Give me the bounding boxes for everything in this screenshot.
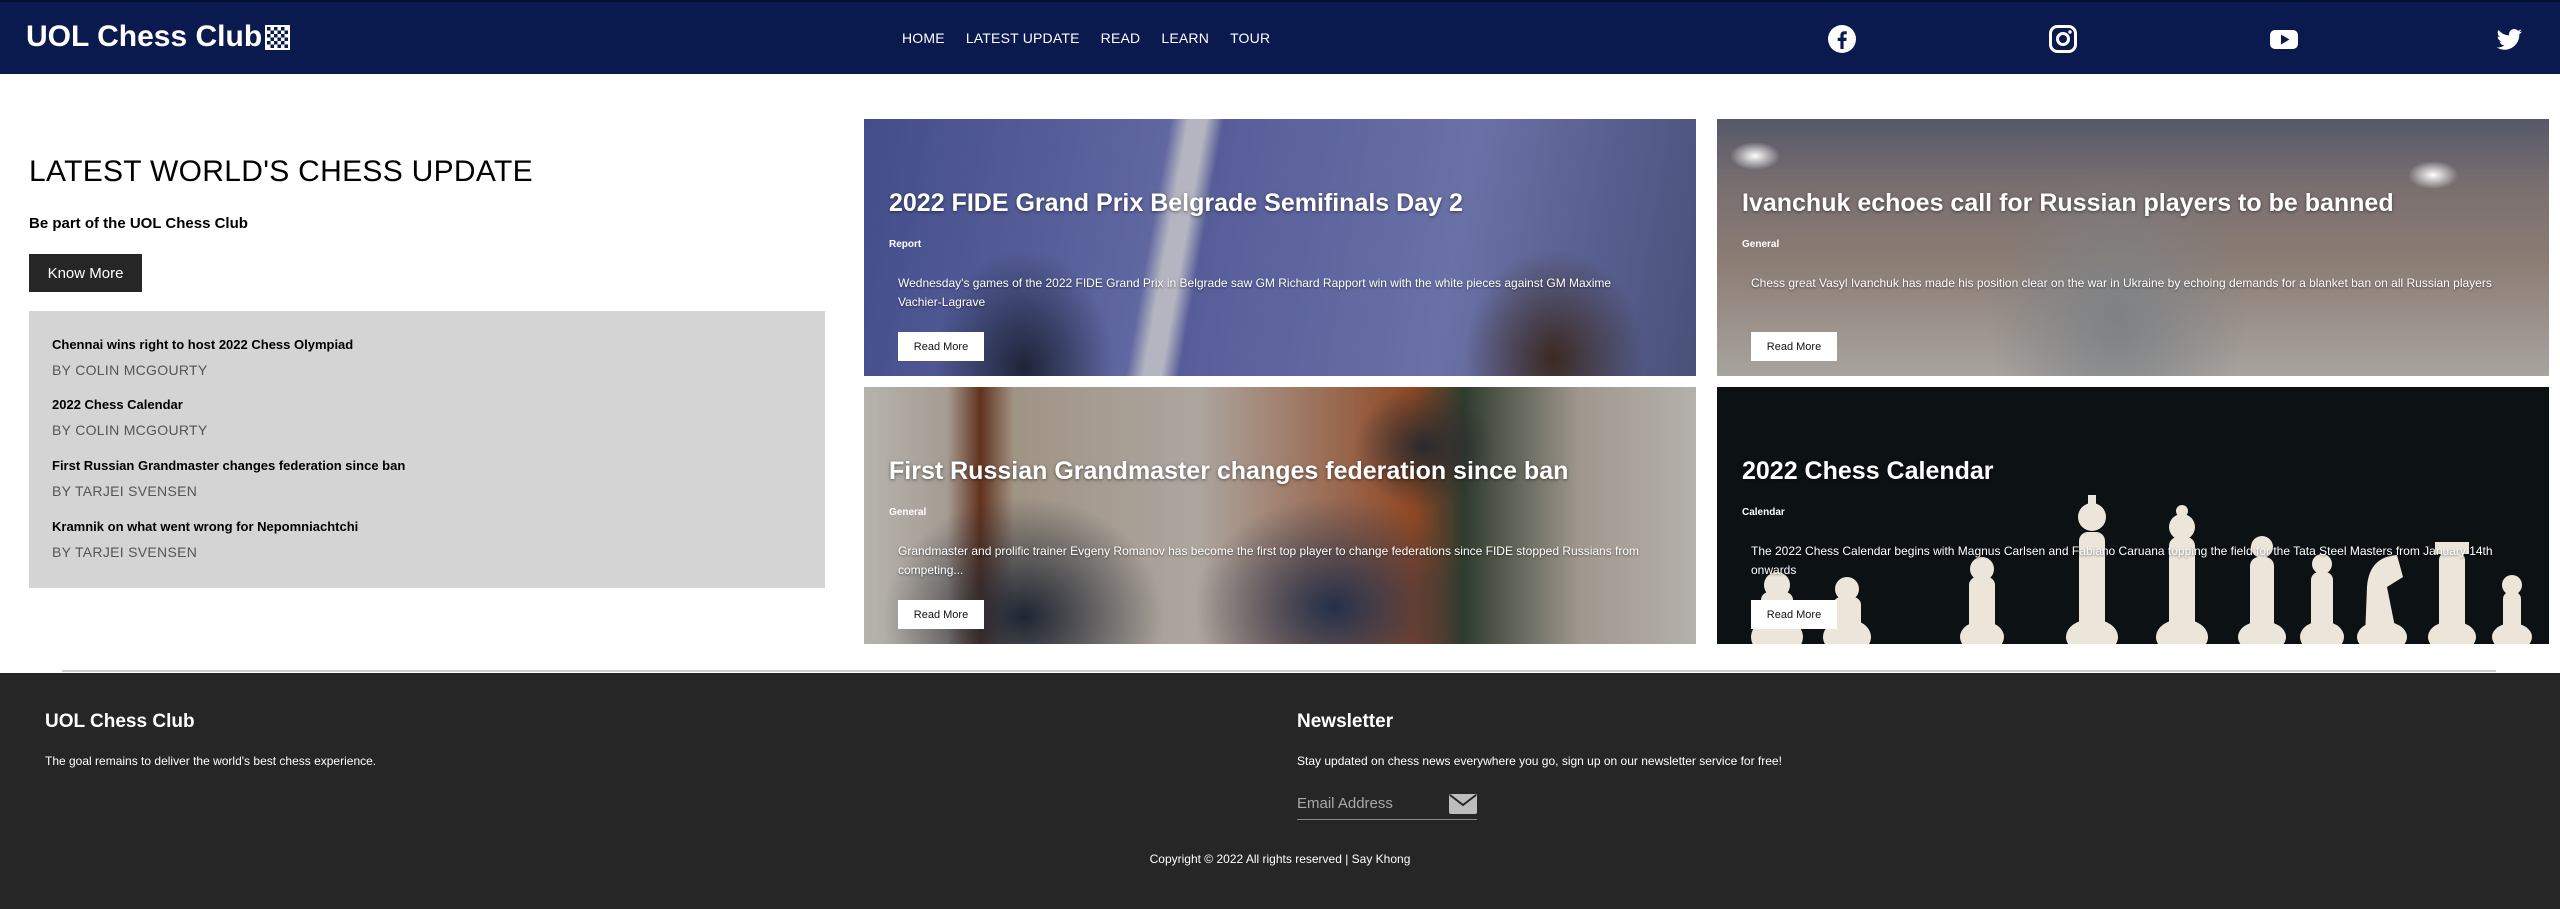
- article-card[interactable]: 2022 Chess Calendar Calendar The 2022 Ch…: [1717, 387, 2549, 644]
- email-field[interactable]: [1297, 788, 1437, 818]
- brand-logo[interactable]: UOL Chess Club: [26, 20, 291, 54]
- newsletter-form: [1297, 788, 1477, 820]
- nav-home[interactable]: HOME: [902, 30, 945, 46]
- news-author: BY TARJEI SVENSEN: [52, 483, 198, 499]
- list-item[interactable]: First Russian Grandmaster changes federa…: [52, 458, 405, 499]
- card-image-shade: [1717, 119, 2549, 376]
- card-title[interactable]: Ivanchuk echoes call for Russian players…: [1742, 189, 2394, 218]
- card-title[interactable]: First Russian Grandmaster changes federa…: [889, 457, 1568, 486]
- nav-learn[interactable]: LEARN: [1161, 30, 1209, 46]
- news-list: Chennai wins right to host 2022 Chess Ol…: [29, 311, 825, 588]
- article-card[interactable]: First Russian Grandmaster changes federa…: [864, 387, 1696, 644]
- news-author: BY TARJEI SVENSEN: [52, 544, 198, 560]
- card-image-shade: [864, 119, 1696, 376]
- card-category: Report: [889, 239, 922, 250]
- card-category: General: [1742, 239, 1780, 250]
- envelope-icon[interactable]: [1449, 794, 1477, 814]
- newsletter-title: Newsletter: [1297, 711, 1394, 732]
- article-card[interactable]: Ivanchuk echoes call for Russian players…: [1717, 119, 2549, 376]
- read-more-button[interactable]: Read More: [1751, 332, 1837, 361]
- news-author: BY COLIN MCGOURTY: [52, 362, 208, 378]
- card-category: Calendar: [1742, 507, 1785, 518]
- nav-tour[interactable]: TOUR: [1230, 30, 1270, 46]
- read-more-button[interactable]: Read More: [898, 600, 984, 629]
- card-description: Grandmaster and prolific trainer Evgeny …: [898, 544, 1640, 577]
- hero-subtitle: Be part of the UOL Chess Club: [29, 215, 248, 232]
- read-more-button[interactable]: Read More: [1751, 600, 1837, 629]
- footer-club-title: UOL Chess Club: [45, 711, 195, 732]
- news-title[interactable]: First Russian Grandmaster changes federa…: [52, 458, 405, 473]
- hero-title: LATEST WORLD'S CHESS UPDATE: [29, 155, 533, 188]
- list-item[interactable]: 2022 Chess Calendar BY COLIN MCGOURTY: [52, 397, 208, 438]
- newsletter-text: Stay updated on chess news everywhere yo…: [1297, 754, 1782, 768]
- know-more-button[interactable]: Know More: [29, 254, 142, 292]
- instagram-icon[interactable]: [2048, 24, 2078, 54]
- top-navbar: UOL Chess Club HOME LATEST UPDATE READ L…: [0, 0, 2560, 74]
- read-more-button[interactable]: Read More: [898, 332, 984, 361]
- brand-name[interactable]: UOL Chess Club: [26, 20, 262, 54]
- card-description: Chess great Vasyl Ivanchuk has made his …: [1751, 276, 2492, 290]
- news-title[interactable]: 2022 Chess Calendar: [52, 397, 208, 412]
- nav-latest-update[interactable]: LATEST UPDATE: [966, 30, 1080, 46]
- main-nav: HOME LATEST UPDATE READ LEARN TOUR: [902, 30, 1291, 46]
- footer: UOL Chess Club The goal remains to deliv…: [0, 673, 2560, 909]
- news-title[interactable]: Kramnik on what went wrong for Nepomniac…: [52, 519, 358, 534]
- footer-club-text: The goal remains to deliver the world's …: [45, 754, 377, 768]
- card-description: Wednesday's games of the 2022 FIDE Grand…: [898, 276, 1612, 309]
- news-title[interactable]: Chennai wins right to host 2022 Chess Ol…: [52, 337, 353, 352]
- chessboard-icon: [265, 24, 291, 50]
- card-title[interactable]: 2022 FIDE Grand Prix Belgrade Semifinals…: [889, 189, 1463, 218]
- divider: [62, 670, 2496, 672]
- list-item[interactable]: Chennai wins right to host 2022 Chess Ol…: [52, 337, 353, 378]
- card-image-shade: [864, 387, 1696, 644]
- facebook-icon[interactable]: [1827, 24, 1857, 54]
- card-description: The 2022 Chess Calendar begins with Magn…: [1751, 544, 2493, 577]
- card-category: General: [889, 507, 927, 518]
- card-title[interactable]: 2022 Chess Calendar: [1742, 457, 1994, 486]
- twitter-icon[interactable]: [2494, 24, 2524, 54]
- article-card[interactable]: 2022 FIDE Grand Prix Belgrade Semifinals…: [864, 119, 1696, 376]
- list-item[interactable]: Kramnik on what went wrong for Nepomniac…: [52, 519, 358, 560]
- youtube-icon[interactable]: [2269, 24, 2299, 54]
- news-author: BY COLIN MCGOURTY: [52, 422, 208, 438]
- copyright-text: Copyright © 2022 All rights reserved | S…: [1149, 852, 1411, 866]
- nav-read[interactable]: READ: [1101, 30, 1141, 46]
- chess-pieces-image: [1751, 495, 2532, 644]
